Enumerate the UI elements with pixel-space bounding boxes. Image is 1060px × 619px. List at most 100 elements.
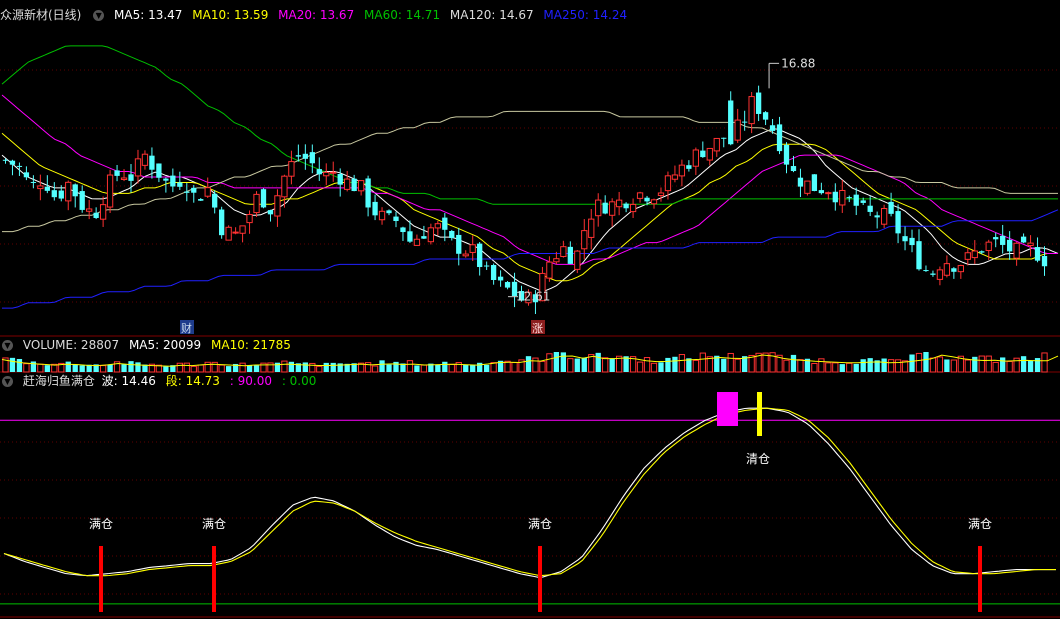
- candle-body-down: [888, 201, 894, 214]
- volume-bar: [463, 364, 469, 372]
- volume-bar: [211, 361, 218, 373]
- volume-bar: [860, 359, 866, 372]
- candle-body-down: [818, 190, 825, 194]
- volume-bar: [846, 362, 853, 373]
- candle-body-down: [644, 197, 650, 202]
- volume-bar: [658, 362, 664, 372]
- candle-body-up: [274, 195, 281, 217]
- candle-body-up: [957, 265, 964, 273]
- candle-body-up: [86, 208, 93, 212]
- candle-body-down: [979, 251, 985, 253]
- candle-body-up: [985, 241, 992, 251]
- segment-label: 段: 14.73: [165, 374, 220, 388]
- candle-body-up: [427, 227, 435, 243]
- volume-bar: [950, 359, 958, 373]
- volume-bar: [135, 362, 141, 372]
- candle-body-down: [114, 170, 120, 176]
- candle-body-up: [936, 269, 944, 280]
- candle-body-down: [623, 203, 629, 209]
- volume-bar: [553, 352, 560, 372]
- volume-bar: [1020, 356, 1027, 372]
- candle-body-up: [134, 158, 142, 177]
- volume-bar: [964, 359, 971, 373]
- volume-bar: [894, 359, 902, 373]
- candle-body-up: [615, 199, 623, 208]
- volume-bar: [797, 359, 804, 373]
- candle-body-up: [650, 199, 658, 205]
- volume-bar: [574, 358, 580, 372]
- volume-bar: [539, 360, 546, 373]
- volume-bar: [992, 361, 999, 373]
- volume-bar: [176, 362, 183, 373]
- candle-body-down: [421, 236, 427, 239]
- candle-body-down: [23, 172, 30, 178]
- ma250-label: MA250: 14.24: [543, 8, 628, 22]
- volume-bar: [881, 358, 887, 372]
- volume-bar: [44, 365, 50, 372]
- chart-canvas[interactable]: 16.88 12.61 财 涨满仓 满仓 满仓 满仓 清仓: [0, 0, 1060, 619]
- indicator-name[interactable]: 赶海归鱼满仓: [23, 374, 95, 388]
- candle-body-down: [267, 210, 274, 215]
- volume-bar: [567, 358, 574, 373]
- clear-position-label: 清仓: [746, 452, 770, 466]
- candle-body-up: [748, 96, 755, 125]
- volume-bar: [37, 363, 44, 373]
- candle-body-down: [184, 191, 190, 193]
- candle-body-down: [393, 216, 399, 222]
- candle-body-down: [686, 165, 692, 169]
- indicator-menu-icon[interactable]: ▼: [2, 376, 13, 387]
- candle-body-down: [923, 270, 929, 272]
- candle-body-down: [198, 199, 204, 201]
- candle-body-up: [246, 213, 253, 224]
- candle-body-down: [79, 191, 85, 210]
- volume-bar: [420, 364, 428, 373]
- candle-body-down: [790, 166, 797, 172]
- candle-body-down: [797, 177, 804, 187]
- volume-bar: [692, 359, 699, 373]
- candle-body-down: [895, 211, 901, 234]
- candle-body-down: [860, 200, 866, 203]
- candle-body-down: [874, 215, 880, 218]
- volume-bar: [853, 363, 859, 372]
- candle-body-down: [602, 202, 608, 214]
- volume-bar: [936, 356, 944, 373]
- candle-body-up: [120, 177, 128, 180]
- chart-window: 16.88 12.61 财 涨满仓 满仓 满仓 满仓 清仓 众源新材(日线) ▼ MA5: 1…: [0, 0, 1060, 619]
- volume-bar: [832, 362, 839, 373]
- candle-body-up: [413, 238, 421, 246]
- volume-bar: [1000, 357, 1006, 372]
- volume-bar: [923, 352, 929, 372]
- candle-body-down: [128, 174, 134, 181]
- candle-body-down: [156, 163, 162, 178]
- peak-signal-block: [717, 392, 738, 426]
- candle-body-down: [477, 243, 483, 268]
- candle-body-down: [700, 150, 706, 158]
- candle-body-down: [309, 152, 315, 164]
- volume-bar: [190, 365, 197, 373]
- volume-bar: [246, 365, 253, 372]
- volume-bar: [511, 362, 518, 373]
- volume-menu-icon[interactable]: ▼: [2, 340, 13, 351]
- stock-title[interactable]: 众源新材(日线): [0, 8, 81, 22]
- ma5-label: MA5: 13.47: [114, 8, 183, 22]
- volume-bar: [665, 357, 671, 372]
- candle-body-down: [44, 186, 50, 191]
- candle-body-down: [762, 112, 769, 120]
- candle-body-down: [916, 241, 922, 270]
- volume-bar: [734, 358, 741, 373]
- volume-bar: [414, 365, 420, 372]
- volume-bar: [406, 360, 414, 373]
- candle-body-down: [490, 265, 497, 280]
- panel-menu-icon[interactable]: ▼: [93, 10, 105, 21]
- candle-body-up: [1027, 242, 1034, 246]
- full-position-signal-bar: [212, 546, 216, 612]
- volume-bar: [643, 357, 651, 373]
- volume-bar: [1027, 361, 1034, 372]
- candle-body-down: [867, 205, 873, 212]
- volume-bar: [929, 357, 937, 373]
- candle-body-up: [804, 180, 811, 194]
- volume-bar: [609, 358, 615, 372]
- candle-body-down: [212, 193, 218, 208]
- candle-body-up: [330, 171, 337, 174]
- volume-bar: [985, 355, 992, 373]
